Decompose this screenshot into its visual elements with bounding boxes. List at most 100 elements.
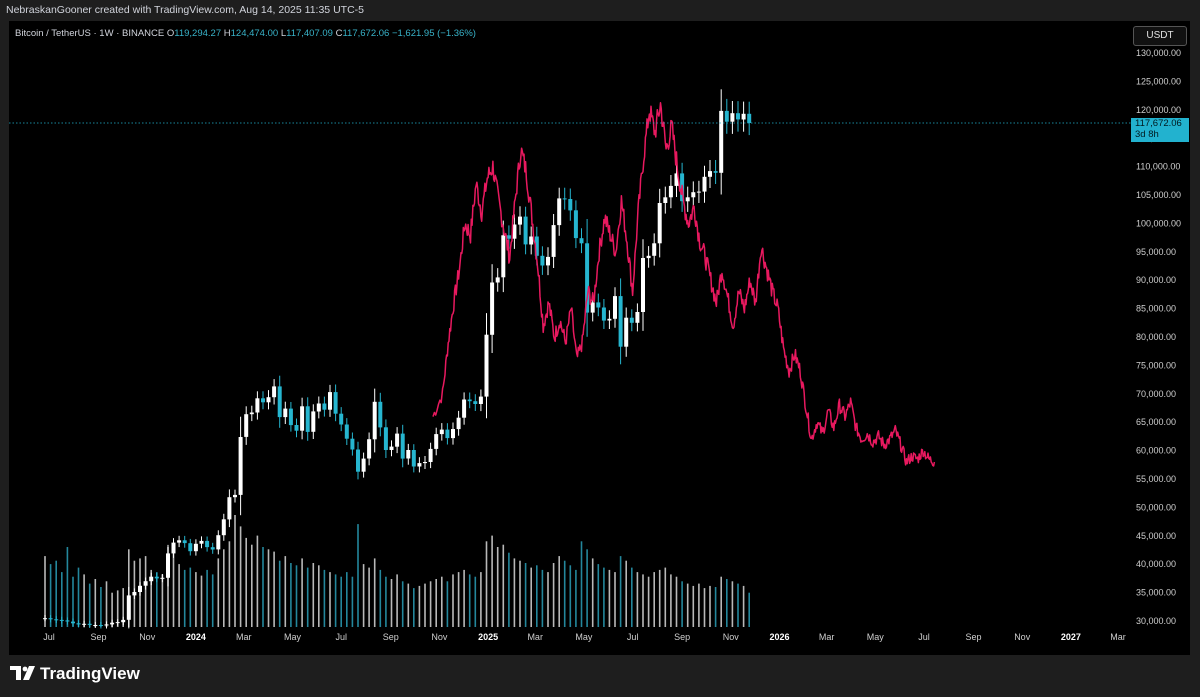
volume-bar <box>396 574 398 627</box>
volume-bar <box>468 574 471 627</box>
volume-bar <box>189 567 192 627</box>
x-tick-label: Jul <box>43 632 55 642</box>
volume-bar <box>664 567 667 627</box>
candle-body <box>205 540 210 548</box>
candle-body <box>417 463 422 467</box>
candle-body <box>132 592 137 596</box>
volume-bar <box>463 569 465 627</box>
volume-bar <box>251 544 253 627</box>
candle-body <box>244 414 249 437</box>
candle-body <box>154 576 159 579</box>
volume-bar <box>144 556 147 627</box>
x-tick-label: Mar <box>527 632 543 642</box>
y-tick-label: 85,000.00 <box>1136 304 1176 314</box>
volume-bar <box>362 564 365 627</box>
volume-bar <box>346 572 348 627</box>
y-tick-label: 125,000.00 <box>1136 76 1181 86</box>
candle-body <box>713 171 718 173</box>
chart-window: NebraskanGooner created with TradingView… <box>0 0 1200 697</box>
high-label: H <box>223 28 231 39</box>
symbol-legend[interactable]: Bitcoin / TetherUS · 1W · BINANCE O119,2… <box>15 28 476 39</box>
volume-bar <box>658 569 661 627</box>
volume-bar <box>351 576 354 627</box>
candle-body <box>160 577 165 579</box>
candle-body <box>473 401 478 404</box>
volume-bar <box>491 535 493 627</box>
volume-bar <box>536 565 538 627</box>
candle-body <box>272 386 277 398</box>
y-tick-label: 100,000.00 <box>1136 218 1181 228</box>
candle-body <box>110 622 115 625</box>
candle-body <box>702 176 707 192</box>
candle-body <box>210 547 215 550</box>
y-tick-label: 90,000.00 <box>1136 275 1176 285</box>
candle-body <box>54 619 59 621</box>
x-tick-label: Nov <box>431 632 448 642</box>
candle-body <box>730 113 735 122</box>
volume-bar <box>720 576 722 627</box>
candle-body <box>193 543 198 552</box>
volume-bar <box>653 572 655 627</box>
symbol-title[interactable]: Bitcoin / TetherUS · 1W · BINANCE <box>15 28 164 39</box>
volume-bar <box>418 585 421 627</box>
volume-bar <box>709 585 711 627</box>
candle-body <box>495 277 500 283</box>
candle-body <box>344 424 349 439</box>
volume-bar <box>329 572 331 627</box>
x-tick-label: 2024 <box>186 632 206 642</box>
candle-body <box>573 210 578 239</box>
volume-bar <box>675 576 678 627</box>
volume-bar <box>692 585 695 627</box>
volume-bar <box>631 567 633 627</box>
candle-body <box>177 540 182 543</box>
candle-body <box>98 625 103 626</box>
x-tick-label: 2027 <box>1061 632 1081 642</box>
candle-body <box>300 406 305 431</box>
volume-bar <box>737 583 739 627</box>
candle-body <box>333 392 338 414</box>
volume-bar <box>530 567 532 627</box>
volume-bar <box>206 569 208 627</box>
candle-body <box>568 199 573 211</box>
candle-body <box>434 434 439 449</box>
x-tick-label: May <box>867 632 885 642</box>
bar-countdown: 3d 8h <box>1135 129 1159 140</box>
candle-body <box>76 623 81 625</box>
volume-bar <box>301 558 303 627</box>
volume-bar <box>284 556 287 627</box>
volume-bar <box>591 558 594 627</box>
candle-body <box>266 397 271 403</box>
volume-bar <box>88 583 91 627</box>
volume-bar <box>670 574 672 627</box>
volume-bar <box>357 524 359 627</box>
candle-body <box>635 312 640 323</box>
y-tick-label: 55,000.00 <box>1136 474 1176 484</box>
candle-body <box>540 255 545 266</box>
candle-body <box>451 429 455 439</box>
y-tick-label: 75,000.00 <box>1136 360 1176 370</box>
x-tick-label: Mar <box>819 632 835 642</box>
candle-body <box>724 110 729 122</box>
volume-bar <box>66 547 69 627</box>
volume-bar <box>547 572 549 627</box>
volume-bar <box>480 572 482 627</box>
currency-button[interactable]: USDT <box>1133 26 1187 46</box>
volume-bar <box>552 563 555 627</box>
y-tick-label: 70,000.00 <box>1136 389 1176 399</box>
volume-bar <box>295 565 298 627</box>
volume-bar <box>714 587 717 627</box>
candle-body <box>601 307 606 321</box>
price-chart-svg[interactable]: 30,000.00 35,000.00 40,000.00 45,000.00 50,0… <box>9 21 1190 655</box>
volume-bar <box>686 583 689 627</box>
candle-body <box>719 110 724 173</box>
volume-bar <box>636 572 639 627</box>
x-tick-label: Jul <box>918 632 930 642</box>
y-tick-label: 60,000.00 <box>1136 446 1176 456</box>
candle-body <box>736 113 740 120</box>
candle-body <box>668 185 673 198</box>
tradingview-logo-icon <box>10 666 35 680</box>
y-tick-label: 80,000.00 <box>1136 332 1176 342</box>
x-tick-label: Sep <box>90 632 106 642</box>
volume-bar <box>318 565 320 627</box>
volume-bar <box>569 565 572 627</box>
